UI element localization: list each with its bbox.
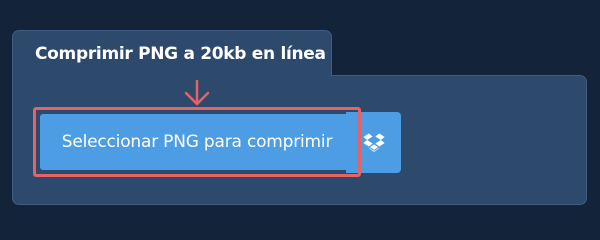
tab-panel-join: [13, 70, 331, 82]
tab-title: Comprimir PNG a 20kb en línea: [35, 44, 326, 64]
arrow-down-icon: [184, 79, 210, 106]
select-png-button[interactable]: Seleccionar PNG para comprimir: [40, 114, 354, 170]
dropbox-icon: [362, 132, 385, 152]
